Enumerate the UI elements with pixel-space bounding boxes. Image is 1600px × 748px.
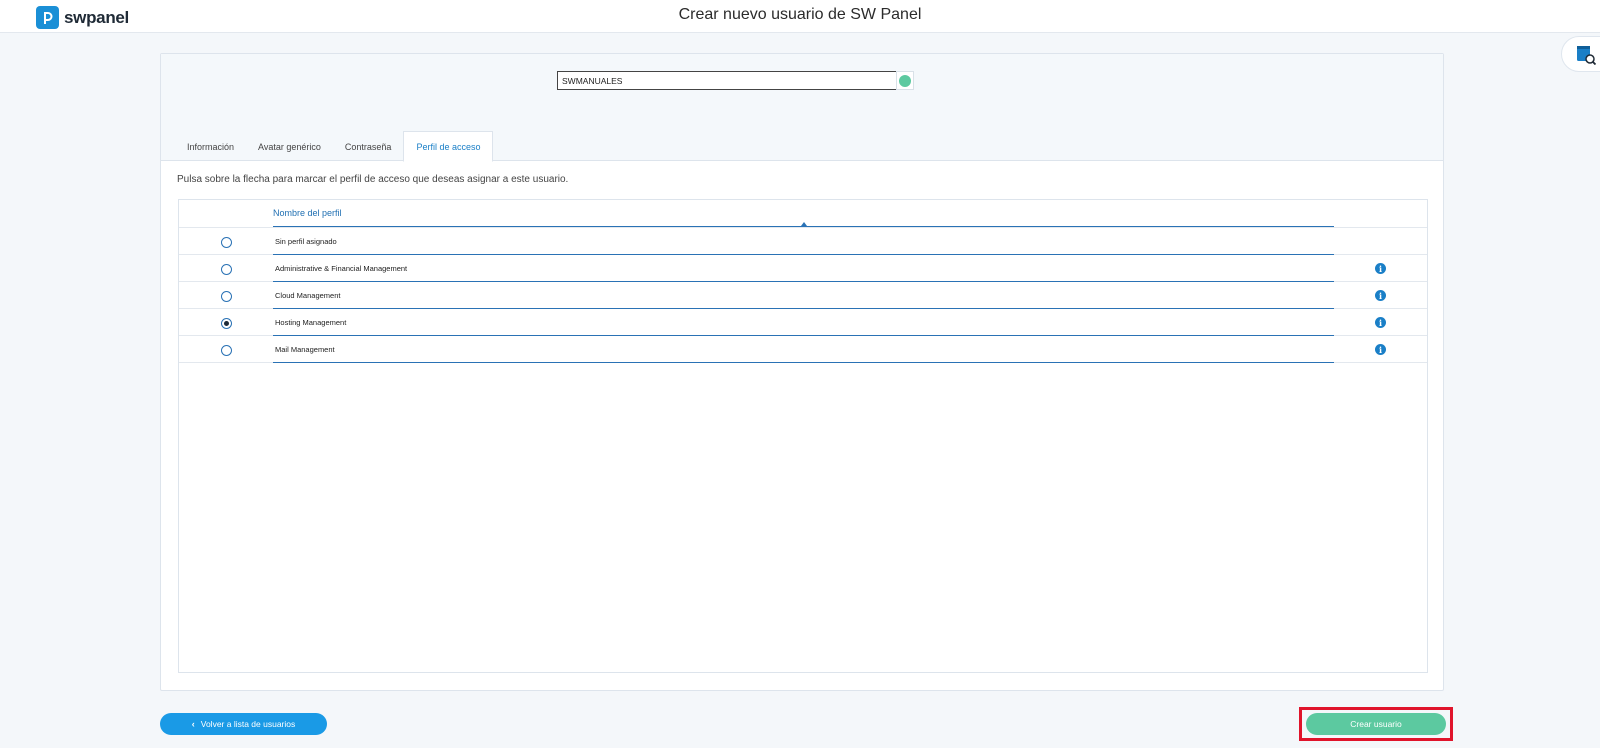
column-header-profile-name[interactable]: Nombre del perfil (273, 208, 342, 218)
profile-name: Administrative & Financial Management (275, 264, 408, 273)
create-user-card: Código Usuario Información Avatar genéri… (160, 53, 1444, 691)
valid-status-icon (899, 74, 911, 87)
tab-bar: Información Avatar genérico Contraseña P… (175, 131, 494, 162)
top-bar: swpanel Crear nuevo usuario de SW Panel (0, 0, 1600, 33)
profile-radio[interactable] (221, 291, 232, 302)
profile-radio[interactable] (221, 345, 232, 356)
back-button-label: Volver a lista de usuarios (200, 719, 296, 729)
table-row[interactable]: Mail Management i (179, 336, 1427, 363)
info-icon[interactable]: i (1375, 317, 1386, 328)
profiles-table: Nombre del perfil Sin perfil asignado Ad… (178, 199, 1428, 673)
tab-contrasena[interactable]: Contraseña (333, 131, 404, 162)
tab-informacion[interactable]: Información (175, 131, 246, 162)
profile-name: Mail Management (275, 345, 335, 354)
search-document-icon (1577, 46, 1596, 65)
info-icon[interactable]: i (1375, 290, 1386, 301)
info-icon[interactable]: i (1375, 263, 1386, 274)
code-valid-indicator (896, 71, 914, 90)
profile-radio-selected[interactable] (221, 318, 232, 329)
create-user-button[interactable]: Crear usuario (1306, 713, 1446, 735)
tab-avatar-generico[interactable]: Avatar genérico (246, 131, 333, 162)
row-divider (273, 362, 1334, 363)
profile-radio[interactable] (221, 237, 232, 248)
profile-name: Cloud Management (275, 291, 341, 300)
table-row[interactable]: Sin perfil asignado (179, 228, 1427, 255)
table-row[interactable]: Hosting Management i (179, 309, 1427, 336)
create-button-label: Crear usuario (1350, 719, 1402, 729)
header-divider (273, 226, 1334, 227)
card-header: Código Usuario Información Avatar genéri… (161, 54, 1443, 162)
search-widget[interactable] (1561, 36, 1600, 72)
info-icon[interactable]: i (1375, 344, 1386, 355)
chevron-left-icon: ‹ (191, 719, 195, 729)
table-header: Nombre del perfil (179, 200, 1427, 228)
page-title: Crear nuevo usuario de SW Panel (678, 6, 922, 23)
tab-perfil-de-acceso[interactable]: Perfil de acceso (403, 131, 494, 162)
profile-name: Hosting Management (275, 318, 347, 327)
radio-checked-dot (224, 321, 229, 326)
instruction-text: Pulsa sobre la flecha para marcar el per… (177, 174, 569, 185)
profile-radio[interactable] (221, 264, 232, 275)
table-row[interactable]: Cloud Management i (179, 282, 1427, 309)
back-to-users-button[interactable]: ‹ Volver a lista de usuarios (160, 713, 327, 735)
table-row[interactable]: Administrative & Financial Management i (179, 255, 1427, 282)
user-code-input[interactable] (557, 71, 897, 90)
profile-name: Sin perfil asignado (275, 237, 337, 246)
